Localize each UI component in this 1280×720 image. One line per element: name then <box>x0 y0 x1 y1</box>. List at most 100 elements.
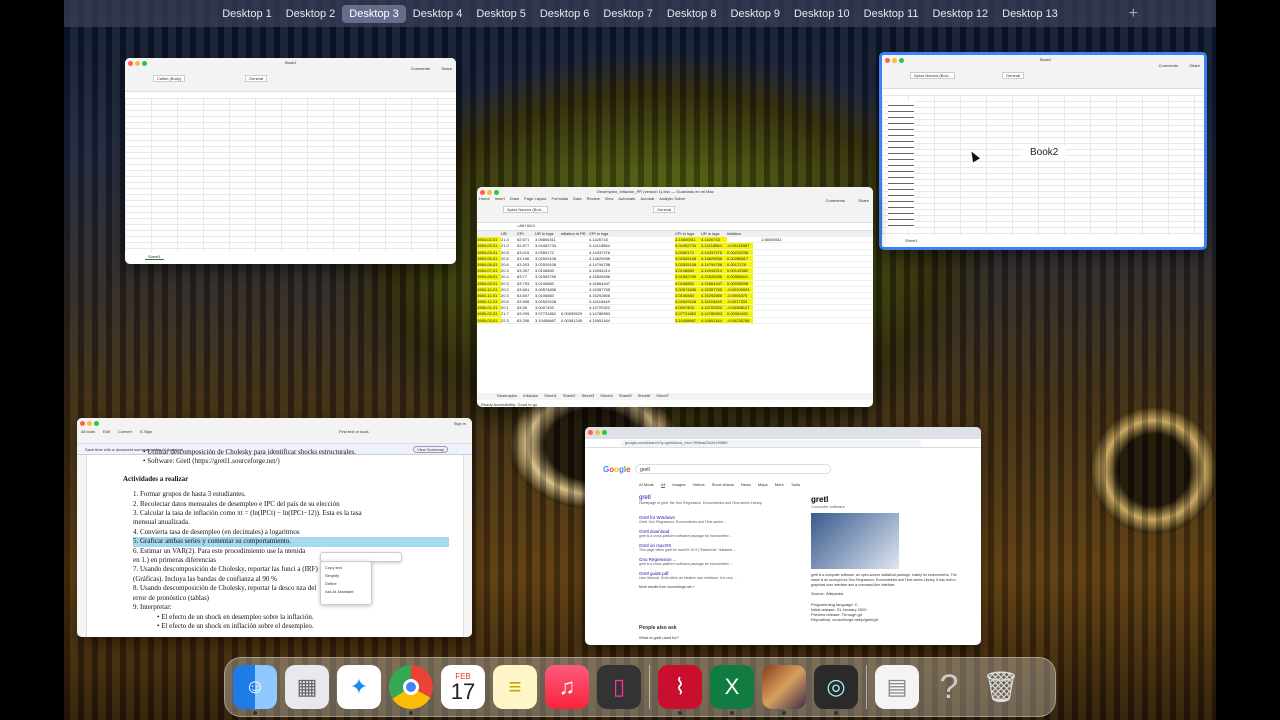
table-cell[interactable] <box>655 287 665 292</box>
sheet-tab[interactable]: Desempleo <box>497 393 517 400</box>
font-selector[interactable]: Aptos Narrow (Bod... <box>503 206 549 213</box>
table-cell[interactable]: 4.14794758 <box>701 261 727 268</box>
table-cell[interactable] <box>635 274 645 279</box>
table-cell[interactable] <box>561 299 589 304</box>
ribbon-tab-analytic-solver[interactable]: Analytic Solver <box>659 196 685 201</box>
table-cell[interactable]: 3.02529108 <box>675 261 701 268</box>
share-button[interactable]: Share <box>441 66 452 71</box>
table-cell[interactable] <box>655 311 665 316</box>
table-cell[interactable]: 3.0106883 <box>535 293 561 298</box>
table-cell[interactable]: -0.00388127 <box>727 305 753 311</box>
table-cell[interactable]: 0.00381245 <box>561 318 589 323</box>
table-cell[interactable] <box>753 305 761 310</box>
table-cell[interactable]: 4.15357765 <box>701 286 727 292</box>
table-cell[interactable]: 4.1426743 <box>589 237 615 242</box>
table-cell[interactable]: 1984-06-01 <box>477 261 501 268</box>
spreadsheet-grid[interactable] <box>125 98 456 252</box>
finder-icon[interactable]: ☺ <box>233 665 277 715</box>
table-cell[interactable]: 4.15116449 <box>701 299 727 305</box>
table-cell[interactable]: 1984-03-01 <box>477 243 501 249</box>
table-cell[interactable] <box>561 293 589 298</box>
table-cell[interactable]: 4.15357765 <box>589 287 615 292</box>
search-result[interactable]: Gretl on macOS This page offers gretl for… <box>639 543 789 552</box>
table-cell[interactable]: 20.3 <box>501 293 517 298</box>
table-cell[interactable] <box>753 311 761 316</box>
table-cell[interactable]: 4.15292806 <box>589 293 615 298</box>
sheet-tab[interactable]: Sheet6 <box>638 393 651 400</box>
search-tab[interactable]: AI Mode <box>639 482 654 488</box>
table-cell[interactable]: -0.00149387 <box>727 243 753 249</box>
iphone-mirroring-icon[interactable]: ▯ <box>597 665 641 709</box>
table-cell[interactable] <box>655 250 665 255</box>
table-cell[interactable]: 4.14725322 <box>701 305 727 311</box>
share-button[interactable]: Share <box>1189 63 1200 68</box>
table-cell[interactable]: 3.0106883 <box>675 292 701 299</box>
table-cell[interactable]: 22.3 <box>501 318 517 323</box>
search-tab[interactable]: All <box>660 482 666 488</box>
table-cell[interactable]: 3.04452734 <box>535 243 561 248</box>
table-cell[interactable]: 4.14551184 <box>589 318 615 323</box>
ribbon-tab-acrobat[interactable]: Acrobat <box>640 196 654 201</box>
table-cell[interactable]: 4.15528286 <box>589 274 615 279</box>
table-cell[interactable] <box>615 250 625 255</box>
help-icon[interactable]: ? <box>927 665 971 709</box>
table-cell[interactable] <box>615 268 625 273</box>
table-cell[interactable] <box>635 293 645 298</box>
menu-ask-ai[interactable]: Ask AI Assistant <box>325 588 367 596</box>
table-cell[interactable] <box>645 256 655 261</box>
table-cell[interactable]: 4.14725322 <box>589 305 615 310</box>
table-cell[interactable] <box>753 287 761 292</box>
search-result[interactable]: Gnu Regression ... gretl is a cross-platf… <box>639 557 789 566</box>
table-cell[interactable]: 63.206 <box>517 318 535 323</box>
tools-rail[interactable] <box>77 455 87 637</box>
table-cell[interactable] <box>635 281 645 286</box>
table-cell[interactable]: 1984-07-01 <box>477 268 501 274</box>
table-cell[interactable] <box>615 311 625 316</box>
table-cell[interactable] <box>615 293 625 298</box>
table-cell[interactable] <box>625 243 635 248</box>
tab-strip[interactable] <box>585 427 981 439</box>
table-cell[interactable] <box>561 268 589 273</box>
ribbon-tab-home[interactable]: Home <box>479 196 490 201</box>
table-cell[interactable]: 21.0 <box>501 243 517 248</box>
table-cell[interactable]: 1985-02-01 <box>477 311 501 317</box>
table-cell[interactable] <box>753 293 761 298</box>
space-desktop-1[interactable]: Desktop 1 <box>215 5 279 23</box>
table-cell[interactable] <box>665 311 675 316</box>
table-cell[interactable]: 4.14118564 <box>589 243 615 248</box>
table-cell[interactable] <box>645 318 655 323</box>
table-cell[interactable] <box>665 318 675 323</box>
space-desktop-12[interactable]: Desktop 12 <box>925 5 995 23</box>
table-cell[interactable] <box>645 243 655 248</box>
table-cell[interactable] <box>635 318 645 323</box>
comments-button[interactable]: Comments <box>826 198 845 203</box>
search-tab[interactable]: Videos <box>692 482 704 488</box>
pdf-viewer-window[interactable]: All tools Edit Convert E-Sign Find text … <box>77 418 472 637</box>
trash-icon[interactable]: 🗑 <box>979 665 1023 709</box>
table-cell[interactable]: -0.00206924 <box>727 286 753 292</box>
excel-window-main[interactable]: Desempleo_Inflacion_PR (version 1).xlsx … <box>477 187 873 407</box>
search-tab[interactable]: News <box>741 482 751 488</box>
excel-icon[interactable]: X <box>710 665 754 715</box>
table-cell[interactable]: 3.01552759 <box>675 274 701 280</box>
table-cell[interactable]: 4.14625936 <box>701 255 727 261</box>
table-cell[interactable] <box>615 274 625 279</box>
table-cell[interactable]: 3.01552759 <box>535 274 561 279</box>
table-cell[interactable] <box>635 268 645 273</box>
table-cell[interactable] <box>635 237 645 242</box>
table-cell[interactable]: 63.77 <box>517 274 535 279</box>
table-cell[interactable]: 63.661 <box>517 287 535 292</box>
ribbon-tab-draw[interactable]: Draw <box>510 196 519 201</box>
add-space-button[interactable]: + <box>1129 5 1138 23</box>
table-cell[interactable] <box>635 262 645 267</box>
table-cell[interactable] <box>655 237 665 242</box>
table-cell[interactable] <box>727 237 753 242</box>
table-cell[interactable]: 3.02529108 <box>535 256 561 261</box>
table-cell[interactable]: 20.1 <box>501 305 517 310</box>
table-cell[interactable] <box>753 299 761 304</box>
table-cell[interactable] <box>655 256 665 261</box>
table-cell[interactable] <box>655 268 665 273</box>
space-desktop-10[interactable]: Desktop 10 <box>787 5 857 23</box>
table-cell[interactable] <box>665 299 675 304</box>
table-cell[interactable]: 63.299 <box>517 311 535 316</box>
